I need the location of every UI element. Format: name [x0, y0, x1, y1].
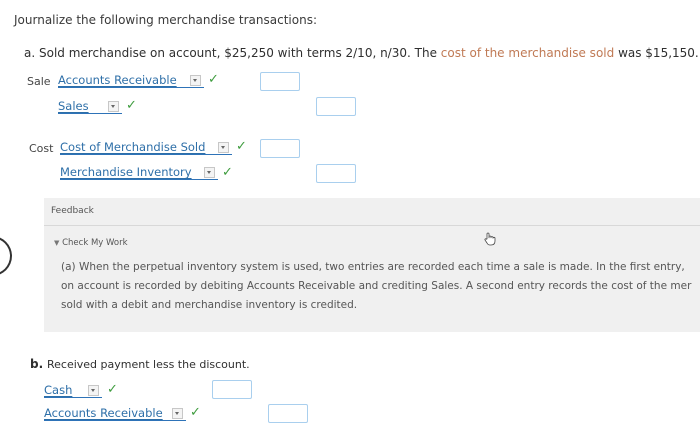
sale-debit-amount-input[interactable] [260, 72, 300, 91]
part-b-debit-value: Cash [44, 383, 73, 397]
page-heading: Journalize the following merchandise tra… [14, 13, 317, 27]
part-a-question: a. Sold merchandise on account, $25,250 … [24, 46, 699, 60]
part-a-highlight: cost of the merchandise sold [440, 46, 615, 60]
chevron-down-icon[interactable] [218, 142, 229, 153]
check-my-work-label: Check My Work [62, 238, 128, 248]
cost-credit-value: Merchandise Inventory [60, 165, 192, 179]
part-b-credit-amount-input[interactable] [268, 404, 308, 423]
chevron-down-icon[interactable] [172, 408, 183, 419]
sale-label: Sale [27, 75, 51, 88]
part-b-question: b. Received payment less the discount. [30, 357, 250, 371]
feedback-line-3: sold with a debit and merchandise invent… [61, 299, 358, 311]
cost-credit-amount-input[interactable] [316, 164, 356, 183]
chevron-down-icon[interactable] [88, 385, 99, 396]
triangle-down-icon: ▼ [54, 239, 60, 247]
check-my-work-toggle[interactable]: ▼ Check My Work [54, 238, 128, 248]
part-b-letter: b. [30, 357, 44, 371]
sale-credit-value: Sales [58, 99, 89, 113]
chevron-down-icon[interactable] [190, 75, 201, 86]
sale-credit-dropdown[interactable]: Sales [58, 99, 122, 114]
part-a-letter: a. [24, 46, 36, 60]
cost-credit-dropdown[interactable]: Merchandise Inventory [60, 165, 218, 180]
part-b-credit-value: Accounts Receivable [44, 406, 163, 420]
chevron-down-icon[interactable] [108, 101, 119, 112]
check-icon: ✓ [126, 98, 137, 113]
part-a-text-before: Sold merchandise on account, $25,250 wit… [39, 46, 437, 60]
feedback-divider [44, 225, 700, 226]
cost-debit-value: Cost of Merchandise Sold [60, 140, 206, 154]
part-b-credit-dropdown[interactable]: Accounts Receivable [44, 406, 186, 421]
cost-debit-amount-input[interactable] [260, 139, 300, 158]
sale-debit-value: Accounts Receivable [58, 73, 177, 87]
check-icon: ✓ [190, 405, 201, 420]
hand-pointer-icon [484, 231, 496, 246]
feedback-line-2: on account is recorded by debiting Accou… [61, 280, 692, 292]
cost-debit-dropdown[interactable]: Cost of Merchandise Sold [60, 140, 232, 155]
part-a-text-after: was $15,150. [618, 46, 699, 60]
check-icon: ✓ [236, 139, 247, 154]
feedback-panel: Feedback ▼ Check My Work (a) When the pe… [44, 198, 700, 332]
sale-debit-dropdown[interactable]: Accounts Receivable [58, 73, 204, 88]
cost-label: Cost [29, 142, 54, 155]
part-b-text: Received payment less the discount. [46, 358, 250, 371]
side-tab-arc [0, 236, 12, 276]
sale-credit-amount-input[interactable] [316, 97, 356, 116]
check-icon: ✓ [208, 72, 219, 87]
part-b-debit-dropdown[interactable]: Cash [44, 383, 102, 398]
check-icon: ✓ [222, 165, 233, 180]
feedback-line-1: (a) When the perpetual inventory system … [61, 261, 685, 273]
feedback-title: Feedback [51, 206, 94, 216]
check-icon: ✓ [107, 382, 118, 397]
chevron-down-icon[interactable] [204, 167, 215, 178]
part-b-debit-amount-input[interactable] [212, 380, 252, 399]
